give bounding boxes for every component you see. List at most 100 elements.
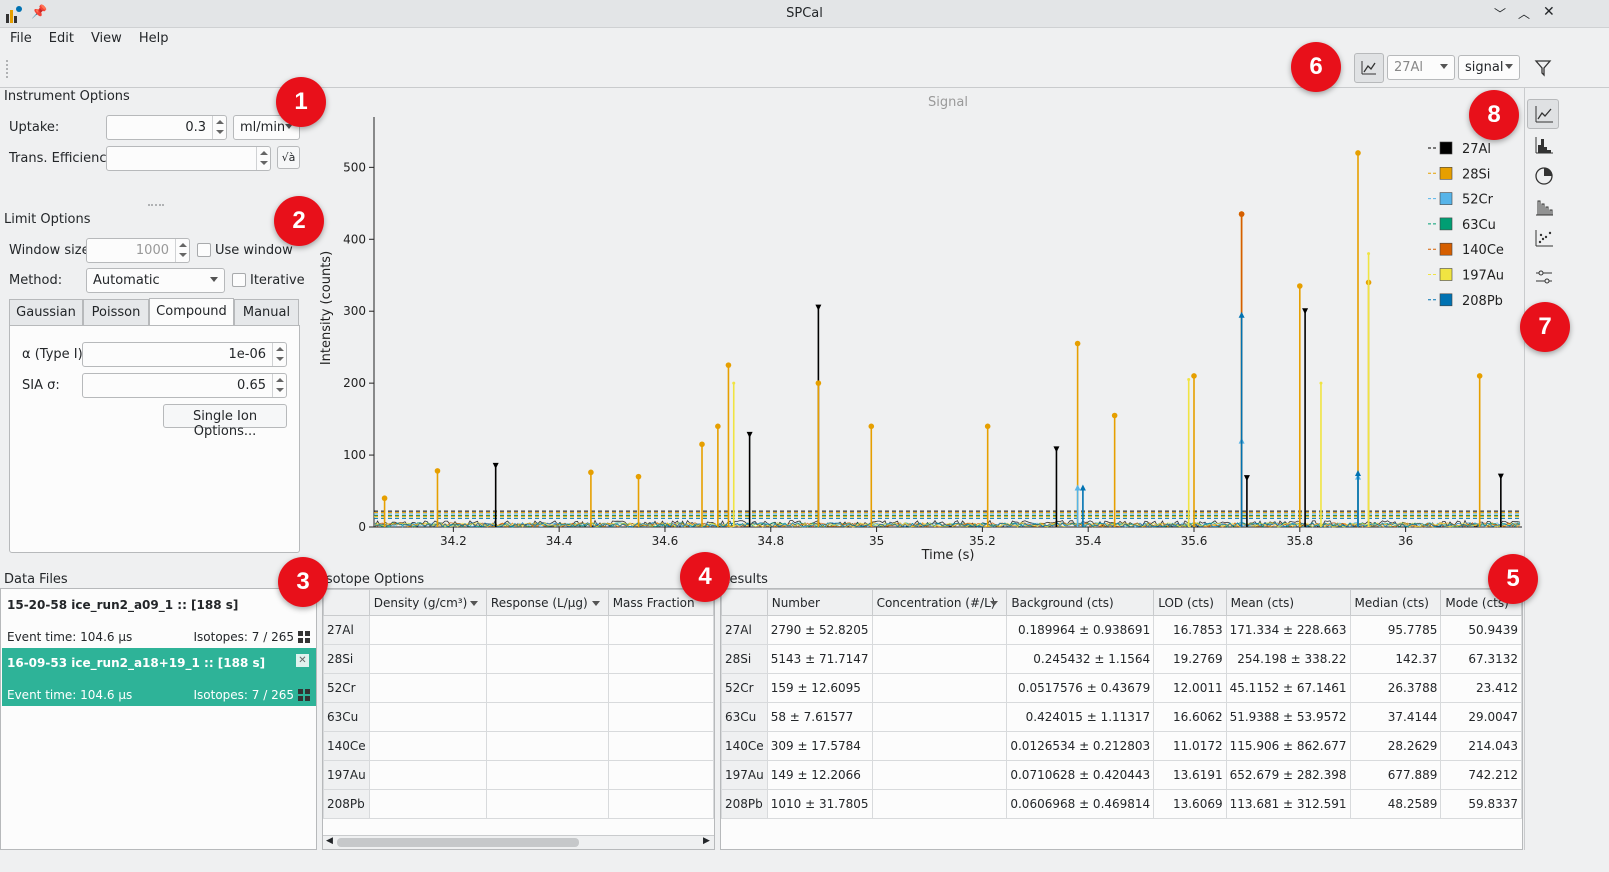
view-signal-button[interactable]	[1354, 53, 1384, 83]
sia-sigma-input[interactable]: 0.65	[82, 373, 287, 398]
concentration-header[interactable]: Concentration (#/L)	[871, 589, 1008, 616]
single-ion-options-button[interactable]: Single Ion Options...	[163, 404, 287, 439]
isotope-grid-icon[interactable]	[298, 689, 310, 701]
menu-view[interactable]: View	[81, 28, 129, 46]
table-row[interactable]: 197Au 149 ± 12.2066 0.0710628 ± 0.420443 13…	[721, 760, 1522, 790]
isotope-grid-icon[interactable]	[298, 631, 310, 643]
spin-buttons[interactable]	[212, 116, 226, 139]
table-row[interactable]: 140Ce	[323, 731, 714, 761]
table-cell[interactable]	[368, 702, 487, 732]
options-sliders-icon[interactable]	[1532, 265, 1556, 289]
table-cell[interactable]	[368, 644, 487, 674]
table-cell[interactable]	[607, 615, 714, 645]
table-row[interactable]: 63Cu 58 ± 7.61577 0.424015 ± 1.11317 16.606…	[721, 702, 1522, 732]
maximize-icon[interactable]: ︿	[1518, 5, 1530, 22]
toolbar-handle[interactable]	[6, 60, 9, 78]
isotope-select[interactable]: 27Al	[1387, 55, 1455, 80]
table-cell[interactable]	[485, 760, 609, 790]
horizontal-scrollbar[interactable]: ◀ ▶	[323, 835, 714, 849]
tab-gaussian[interactable]: Gaussian	[9, 299, 83, 326]
table-cell[interactable]	[607, 789, 714, 819]
table-cell[interactable]	[607, 731, 714, 761]
scroll-right-icon[interactable]: ▶	[703, 836, 710, 846]
mean-header[interactable]: Mean (cts)	[1225, 589, 1351, 616]
data-file-item[interactable]: 15-20-58 ice_run2_a09_1 :: [188 s] Event…	[2, 590, 316, 648]
number-header[interactable]: Number	[766, 589, 873, 616]
table-row[interactable]: 208Pb 1010 ± 31.7805 0.0606968 ± 0.469814 1…	[721, 789, 1522, 819]
iterative-checkbox[interactable]	[232, 273, 246, 287]
close-icon[interactable]: ✕	[1543, 4, 1555, 20]
scroll-left-icon[interactable]: ◀	[326, 836, 333, 846]
table-cell[interactable]	[485, 789, 609, 819]
y-tick-label: 200	[343, 376, 366, 390]
signal-chart[interactable]: Signal 0 100 200 300 400 500 34.2 34.4 34.6 34.8 3…	[318, 88, 1524, 563]
lod-header[interactable]: LOD (cts)	[1153, 589, 1227, 616]
use-window-checkbox[interactable]	[197, 243, 211, 257]
menu-help[interactable]: Help	[129, 28, 176, 46]
table-cell[interactable]	[485, 673, 609, 703]
legend-label: 197Au	[1462, 269, 1504, 284]
menu-file[interactable]: File	[0, 28, 39, 46]
spin-buttons[interactable]	[175, 239, 189, 262]
close-file-icon[interactable]: ✕	[296, 654, 309, 667]
mode-select[interactable]: signal	[1458, 55, 1520, 80]
table-cell[interactable]	[485, 702, 609, 732]
table-row[interactable]: 27Al	[323, 615, 714, 645]
data-file-item-selected[interactable]: 16-09-53 ice_run2_a18+19_1 :: [188 s] ✕ …	[2, 648, 316, 706]
series-27Al-marker	[815, 304, 822, 311]
background-header[interactable]: Background (cts)	[1006, 589, 1155, 616]
alpha-input[interactable]: 1e-06	[82, 342, 287, 367]
tab-manual[interactable]: Manual	[234, 299, 299, 326]
pie-chart-icon[interactable]	[1532, 164, 1556, 188]
menu-edit[interactable]: Edit	[39, 28, 81, 46]
table-row[interactable]: 52Cr 159 ± 12.6095 0.0517576 ± 0.43679 12.0…	[721, 673, 1522, 703]
efficiency-calc-button[interactable]: √à	[277, 146, 300, 169]
scatter-chart-icon[interactable]	[1532, 226, 1556, 250]
table-row[interactable]: 63Cu	[323, 702, 714, 732]
method-select[interactable]: Automatic	[86, 268, 225, 293]
trans-efficiency-input[interactable]	[106, 146, 271, 171]
tab-compound[interactable]: Compound	[149, 298, 234, 326]
spin-buttons[interactable]	[272, 343, 286, 366]
table-cell[interactable]	[607, 760, 714, 790]
legend-swatch	[1439, 192, 1453, 205]
line-chart-icon[interactable]	[1532, 102, 1556, 126]
table-cell[interactable]	[607, 702, 714, 732]
table-cell[interactable]	[368, 789, 487, 819]
table-cell[interactable]	[368, 615, 487, 645]
minimize-icon[interactable]: ﹀	[1494, 5, 1506, 22]
table-cell[interactable]	[607, 644, 714, 674]
table-cell[interactable]	[368, 760, 487, 790]
method-label: Method:	[9, 273, 63, 288]
window-size-input[interactable]: 1000	[86, 238, 190, 263]
spin-buttons[interactable]	[256, 147, 270, 170]
table-cell[interactable]	[485, 615, 609, 645]
tab-poisson[interactable]: Poisson	[83, 299, 149, 326]
table-cell[interactable]	[607, 673, 714, 703]
table-cell-number: 159 ± 12.6095	[766, 673, 873, 703]
table-cell[interactable]	[485, 731, 609, 761]
table-row[interactable]: 208Pb	[323, 789, 714, 819]
table-row[interactable]: 140Ce 309 ± 17.5784 0.0126534 ± 0.212803 11…	[721, 731, 1522, 761]
bar-chart-icon[interactable]	[1532, 195, 1556, 219]
response-header[interactable]: Response (L/µg)	[485, 589, 609, 616]
filter-icon[interactable]	[1533, 58, 1553, 78]
results-table-wrap: Number Concentration (#/L) Background (c…	[720, 588, 1523, 850]
table-row[interactable]: 52Cr	[323, 673, 714, 703]
table-cell[interactable]	[485, 644, 609, 674]
table-cell-number: 2790 ± 52.8205	[766, 615, 873, 645]
chevron-down-icon	[469, 601, 478, 606]
histogram-icon[interactable]	[1532, 133, 1556, 157]
table-cell[interactable]	[368, 673, 487, 703]
table-row[interactable]: 28Si	[323, 644, 714, 674]
density-header[interactable]: Density (g/cm³)	[368, 589, 487, 616]
scrollbar-thumb[interactable]	[337, 838, 579, 847]
table-row[interactable]: 197Au	[323, 760, 714, 790]
spin-buttons[interactable]	[272, 374, 286, 397]
uptake-input[interactable]: 0.3	[106, 115, 227, 140]
table-row[interactable]: 27Al 2790 ± 52.8205 0.189964 ± 0.938691 16.…	[721, 615, 1522, 645]
table-cell[interactable]	[368, 731, 487, 761]
table-row[interactable]: 28Si 5143 ± 71.7147 0.245432 ± 1.1564 19.27…	[721, 644, 1522, 674]
median-header[interactable]: Median (cts)	[1349, 589, 1442, 616]
splitter-handle[interactable]	[148, 204, 164, 206]
